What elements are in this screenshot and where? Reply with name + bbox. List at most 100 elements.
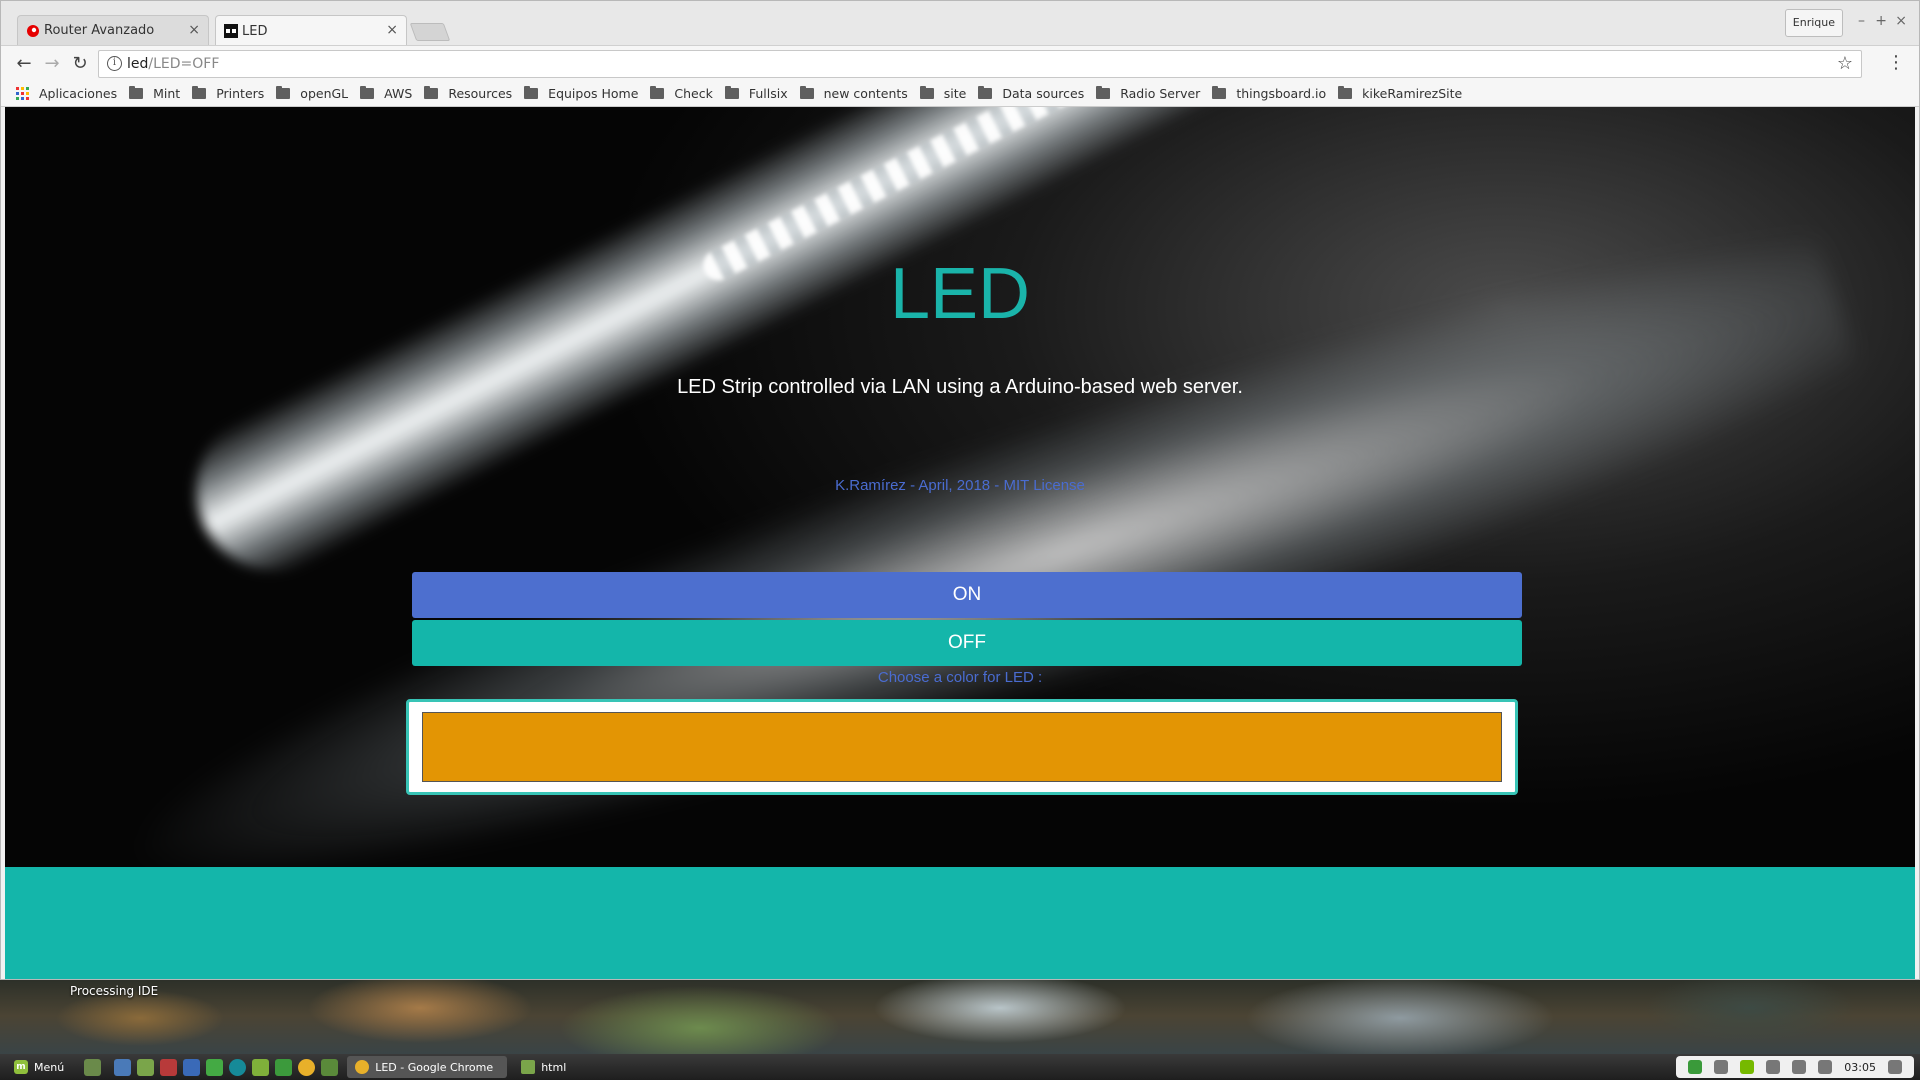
arduino-icon[interactable] — [229, 1058, 247, 1076]
spotify-icon[interactable] — [275, 1058, 293, 1076]
color-swatch[interactable] — [422, 712, 1502, 782]
bookmark-folder[interactable]: openGL — [276, 86, 348, 101]
chrome-icon[interactable] — [298, 1058, 316, 1076]
bookmark-folder[interactable]: Resources — [424, 86, 512, 101]
bookmark-folder[interactable]: Equipos Home — [524, 86, 638, 101]
page-title: LED — [889, 254, 1031, 334]
bookmark-label: thingsboard.io — [1236, 86, 1327, 101]
tab-strip: Router Avanzado × LED × Enrique – + × — [1, 1, 1919, 46]
file-manager-icon[interactable] — [114, 1058, 132, 1076]
bookmark-folder[interactable]: Data sources — [978, 86, 1084, 101]
desktop-wallpaper — [0, 978, 1920, 1054]
page-subtitle: LED Strip controlled via LAN using a Ard… — [677, 376, 1243, 398]
taskbar: m Menú LED - Google Chrome html 03:05 — [0, 1054, 1920, 1080]
address-bar[interactable]: i led/LED=OFF ☆ — [98, 50, 1862, 78]
terminal-icon[interactable] — [321, 1058, 339, 1076]
virtualbox-icon[interactable] — [183, 1058, 201, 1076]
folder-icon — [724, 86, 739, 99]
android-studio-icon[interactable] — [252, 1058, 270, 1076]
tab-led[interactable]: LED × — [215, 15, 407, 46]
tab-title: LED — [242, 23, 268, 39]
bookmark-folder[interactable]: Fullsix — [724, 86, 788, 101]
new-tab-button[interactable] — [409, 23, 451, 41]
app-launcher-icon[interactable] — [160, 1058, 178, 1076]
tab-title: Router Avanzado — [44, 23, 155, 38]
battery-icon[interactable] — [1818, 1060, 1833, 1074]
close-tab-icon[interactable]: × — [188, 22, 200, 38]
profile-button[interactable]: Enrique — [1784, 9, 1843, 37]
chrome-menu-icon[interactable]: ⋮ — [1887, 52, 1905, 73]
address-url[interactable]: led/LED=OFF — [127, 56, 219, 72]
bookmark-folder[interactable]: Check — [650, 86, 713, 101]
bookmark-folder[interactable]: Radio Server — [1096, 86, 1200, 101]
taskbar-window-chrome[interactable]: LED - Google Chrome — [347, 1056, 508, 1078]
forward-arrow-icon[interactable]: → — [41, 53, 63, 74]
address-host: led — [127, 56, 149, 72]
bluetooth-icon[interactable] — [1714, 1060, 1729, 1074]
files-icon[interactable] — [137, 1058, 155, 1076]
author-credit: K.Ramírez - April, 2018 - MIT License — [835, 477, 1085, 494]
start-menu-button[interactable]: m Menú — [8, 1056, 70, 1078]
off-button[interactable]: OFF — [412, 620, 1522, 666]
nvidia-icon[interactable] — [1740, 1060, 1755, 1074]
folder-icon — [799, 86, 814, 99]
back-arrow-icon[interactable]: ← — [13, 53, 35, 74]
bookmark-folder[interactable]: Printers — [192, 86, 264, 101]
folder-icon — [1338, 86, 1353, 99]
site-info-icon[interactable]: i — [107, 56, 122, 71]
bookmark-label: Data sources — [1002, 86, 1085, 101]
volume-icon[interactable] — [1888, 1060, 1902, 1074]
qt-creator-icon[interactable] — [206, 1058, 224, 1076]
folder-icon — [978, 86, 993, 99]
apps-icon — [16, 87, 29, 100]
taskbar-window-html[interactable]: html — [513, 1056, 574, 1078]
mint-logo-icon: m — [14, 1060, 28, 1074]
close-window-icon[interactable]: × — [1895, 13, 1907, 29]
folder-icon — [424, 86, 439, 99]
bookmark-label: Mint — [153, 86, 181, 101]
bookmark-folder[interactable]: thingsboard.io — [1212, 86, 1326, 101]
wifi-icon[interactable] — [1792, 1060, 1807, 1074]
bookmark-folder[interactable]: kikeRamirezSite — [1338, 86, 1462, 101]
bookmark-label: Radio Server — [1120, 86, 1201, 101]
bookmark-label: kikeRamirezSite — [1362, 86, 1463, 101]
color-picker[interactable] — [406, 699, 1518, 795]
bookmark-label: Aplicaciones — [39, 86, 118, 101]
bookmark-folder[interactable]: new contents — [799, 86, 908, 101]
bookmark-folder[interactable]: AWS — [360, 86, 412, 101]
folder-icon — [276, 86, 291, 99]
bookmark-folder[interactable]: site — [919, 86, 967, 101]
bookmark-label: site — [943, 86, 967, 101]
show-desktop-icon[interactable] — [84, 1058, 102, 1076]
tab-router-avanzado[interactable]: Router Avanzado × — [17, 15, 209, 45]
folder-icon — [521, 1060, 536, 1074]
bookmark-label: new contents — [823, 86, 908, 101]
folder-icon — [192, 86, 207, 99]
bookmarks-bar: Aplicaciones Mint Printers openGL AWS Re… — [1, 81, 1919, 107]
close-tab-icon[interactable]: × — [386, 22, 398, 38]
vodafone-icon — [26, 24, 40, 38]
bookmark-label: Check — [674, 86, 713, 101]
bookmark-star-icon[interactable]: ☆ — [1837, 53, 1853, 74]
bookmark-folder[interactable]: Mint — [129, 86, 180, 101]
browser-toolbar: ← → ↻ i led/LED=OFF ☆ ⋮ — [1, 45, 1919, 81]
start-menu-label: Menú — [34, 1060, 65, 1074]
taskbar-window-label: html — [541, 1060, 567, 1074]
folder-icon — [360, 86, 375, 99]
minimize-icon[interactable]: – — [1858, 13, 1865, 29]
folder-icon — [919, 86, 934, 99]
maximize-icon[interactable]: + — [1875, 13, 1887, 29]
user-icon[interactable] — [1766, 1060, 1781, 1074]
address-path: /LED=OFF — [148, 56, 220, 72]
update-manager-icon[interactable] — [1688, 1060, 1703, 1074]
on-button[interactable]: ON — [412, 572, 1522, 618]
folder-icon — [1096, 86, 1111, 99]
browser-window: Router Avanzado × LED × Enrique – + × ← … — [0, 0, 1920, 980]
reload-icon[interactable]: ↻ — [69, 53, 91, 74]
bookmark-label: Equipos Home — [548, 86, 639, 101]
bookmark-label: openGL — [300, 86, 349, 101]
desktop-icon-label[interactable]: Processing IDE — [70, 984, 158, 998]
clock[interactable]: 03:05 — [1844, 1061, 1876, 1074]
bookmark-label: Fullsix — [748, 86, 788, 101]
bookmark-aplicaciones[interactable]: Aplicaciones — [16, 86, 117, 101]
